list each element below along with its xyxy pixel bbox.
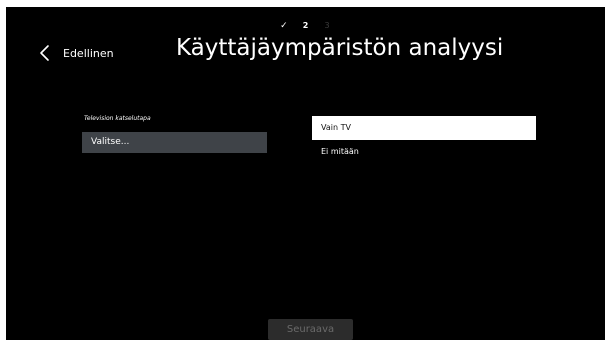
page-title: Käyttäjäympäristön analyysi [176,35,504,61]
viewing-mode-label: Television katselutapa [84,115,151,122]
chevron-left-icon [38,43,52,63]
step-indicator: ✓ 2 3 [6,20,605,32]
viewing-mode-select[interactable]: Valitse... [82,132,267,153]
options-list: Vain TV Ei mitään [312,116,536,164]
tv-screen: ✓ 2 3 Edellinen Käyttäjäympäristön analy… [6,7,605,340]
step-2-number: 2 [302,21,309,30]
back-button[interactable]: Edellinen [38,43,114,63]
option-vain-tv[interactable]: Vain TV [312,116,536,140]
next-button[interactable]: Seuraava [268,319,353,340]
step-1-checkmark: ✓ [280,21,288,31]
back-label: Edellinen [63,46,114,60]
option-ei-mitaan[interactable]: Ei mitään [312,140,536,164]
step-3-number: 3 [324,21,330,30]
